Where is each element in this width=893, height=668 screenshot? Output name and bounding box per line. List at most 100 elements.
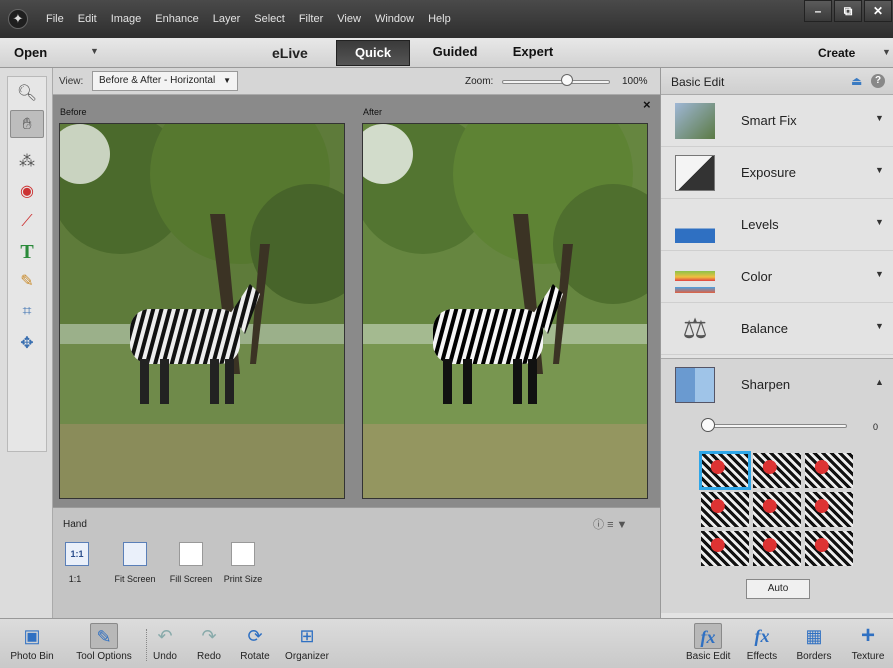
sharpen-preset[interactable]: [805, 492, 853, 527]
exposure-row[interactable]: Exposure ▼: [661, 147, 893, 199]
levels-row[interactable]: Levels ▼: [661, 199, 893, 251]
panel-header: Basic Edit ⏏ ?: [661, 68, 893, 95]
view-bar: View: Before & After - Horizontal ▼ Zoom…: [53, 68, 660, 95]
before-photo[interactable]: [59, 123, 345, 499]
sharpen-preset[interactable]: [805, 531, 853, 566]
sharpen-preset[interactable]: [753, 531, 801, 566]
type-tool-icon[interactable]: T: [10, 238, 44, 266]
print-size-button[interactable]: Print Size: [221, 542, 265, 584]
rotate-button[interactable]: ⟳ Rotate: [238, 623, 272, 662]
open-button[interactable]: Open: [14, 45, 47, 60]
texture-button[interactable]: + Texture: [846, 622, 890, 663]
balance-icon: ⚖: [682, 313, 708, 344]
sharpen-preset[interactable]: [701, 531, 749, 566]
quick-selection-tool-icon[interactable]: ⁂: [10, 148, 44, 176]
color-row[interactable]: Color ▼: [661, 251, 893, 303]
effects-button[interactable]: fx Effects: [742, 623, 782, 662]
redo-button[interactable]: ↷ Redo: [194, 623, 224, 662]
tab-quick[interactable]: Quick: [336, 40, 410, 66]
hand-tool-icon[interactable]: ✋︎: [10, 110, 44, 138]
exposure-label: Exposure: [741, 165, 796, 180]
whiten-teeth-tool-icon[interactable]: ⟋: [10, 208, 44, 236]
restore-button[interactable]: ⧉: [834, 0, 862, 22]
zoom-tool-icon[interactable]: 🔍︎: [10, 80, 44, 108]
levels-icon: [675, 207, 715, 243]
fill-screen-label: Fill Screen: [169, 574, 213, 584]
sharpen-preset[interactable]: [699, 451, 751, 490]
zoom-value: 100%: [622, 76, 648, 87]
menu-view[interactable]: View: [337, 13, 361, 25]
organizer-button[interactable]: ⊞ Organizer: [282, 623, 332, 662]
menu-help[interactable]: Help: [428, 13, 451, 25]
menu-filter[interactable]: Filter: [299, 13, 323, 25]
chevron-down-icon: ▼: [875, 113, 884, 123]
menu-window[interactable]: Window: [375, 13, 414, 25]
view-select[interactable]: Before & After - Horizontal ▼: [92, 71, 238, 91]
fill-screen-button[interactable]: Fill Screen: [169, 542, 213, 584]
help-icon[interactable]: ⓘ: [593, 519, 604, 531]
tool-options-button[interactable]: ✎ Tool Options: [72, 623, 136, 662]
create-button[interactable]: Create: [818, 46, 855, 60]
sharpen-row[interactable]: Sharpen ▲: [661, 359, 893, 411]
balance-row[interactable]: ⚖ Balance ▼: [661, 303, 893, 355]
menu-enhance[interactable]: Enhance: [155, 13, 198, 25]
borders-button[interactable]: ▦ Borders: [794, 623, 834, 662]
view-select-value: Before & After - Horizontal: [99, 75, 216, 86]
menu-image[interactable]: Image: [111, 13, 142, 25]
redo-icon: ↷: [201, 626, 217, 646]
sharpen-preset-grid: [699, 451, 855, 569]
rotate-icon: ⟳: [247, 626, 263, 646]
create-dropdown-icon[interactable]: ▼: [882, 47, 891, 57]
zoom-slider-track[interactable]: [502, 80, 610, 84]
sharpen-slider-track[interactable]: [707, 424, 847, 428]
undo-button[interactable]: ↶ Undo: [150, 623, 180, 662]
sharpen-preset[interactable]: [701, 492, 749, 527]
app-logo-icon[interactable]: ✦: [8, 9, 28, 29]
chevron-down-icon: ▼: [875, 217, 884, 227]
chevron-up-icon: ▲: [875, 377, 884, 387]
sharpen-preset[interactable]: [753, 453, 801, 488]
fit-screen-button[interactable]: Fit Screen: [113, 542, 157, 584]
before-after-canvas: Before After ×: [53, 95, 660, 507]
basic-edit-button[interactable]: fx Basic Edit: [686, 623, 730, 662]
red-eye-tool-icon[interactable]: ◉: [10, 178, 44, 206]
help-icon[interactable]: ?: [871, 74, 885, 88]
crop-tool-icon[interactable]: ⌗: [10, 298, 44, 326]
after-label: After: [363, 107, 383, 117]
menu-layer[interactable]: Layer: [213, 13, 241, 25]
minimize-button[interactable]: –: [804, 0, 832, 22]
auto-button[interactable]: Auto: [746, 579, 810, 599]
spot-healing-tool-icon[interactable]: ✎: [10, 268, 44, 296]
print-size-icon: [231, 542, 255, 566]
zebra-photo-before: [60, 124, 344, 498]
smart-fix-row[interactable]: Smart Fix ▼: [661, 95, 893, 147]
close-window-button[interactable]: ✕: [864, 0, 892, 22]
tab-elive[interactable]: eLive: [272, 45, 308, 61]
sharpen-preset[interactable]: [805, 453, 853, 488]
fx-icon: fx: [694, 623, 722, 649]
photo-bin-icon: ▣: [23, 626, 41, 646]
close-icon[interactable]: ×: [643, 97, 651, 112]
plus-icon: +: [860, 622, 875, 649]
photo-bin-label: Photo Bin: [10, 651, 54, 662]
actual-size-button[interactable]: 1:1 1:1: [65, 542, 89, 584]
photo-bin-button[interactable]: ▣ Photo Bin: [10, 623, 54, 662]
sharpen-preset[interactable]: [753, 492, 801, 527]
reset-icon[interactable]: ⏏: [851, 74, 862, 88]
menu-file[interactable]: File: [46, 13, 64, 25]
sharpen-section: Sharpen ▲ 0 Auto: [661, 358, 893, 613]
menu-edit[interactable]: Edit: [78, 13, 97, 25]
levels-label: Levels: [741, 217, 779, 232]
tab-expert[interactable]: Expert: [496, 40, 570, 66]
move-tool-icon[interactable]: ✥: [10, 330, 44, 358]
collapse-icon[interactable]: ▼: [617, 519, 628, 531]
menu-icon[interactable]: ≡: [607, 519, 613, 531]
sharpen-slider-thumb[interactable]: [701, 418, 715, 432]
separator: [146, 629, 147, 661]
open-dropdown-icon[interactable]: ▼: [90, 46, 99, 56]
tab-guided[interactable]: Guided: [418, 40, 492, 66]
after-photo[interactable]: [362, 123, 648, 499]
chevron-down-icon: ▼: [875, 321, 884, 331]
zoom-slider-thumb[interactable]: [560, 74, 573, 86]
menu-select[interactable]: Select: [254, 13, 285, 25]
